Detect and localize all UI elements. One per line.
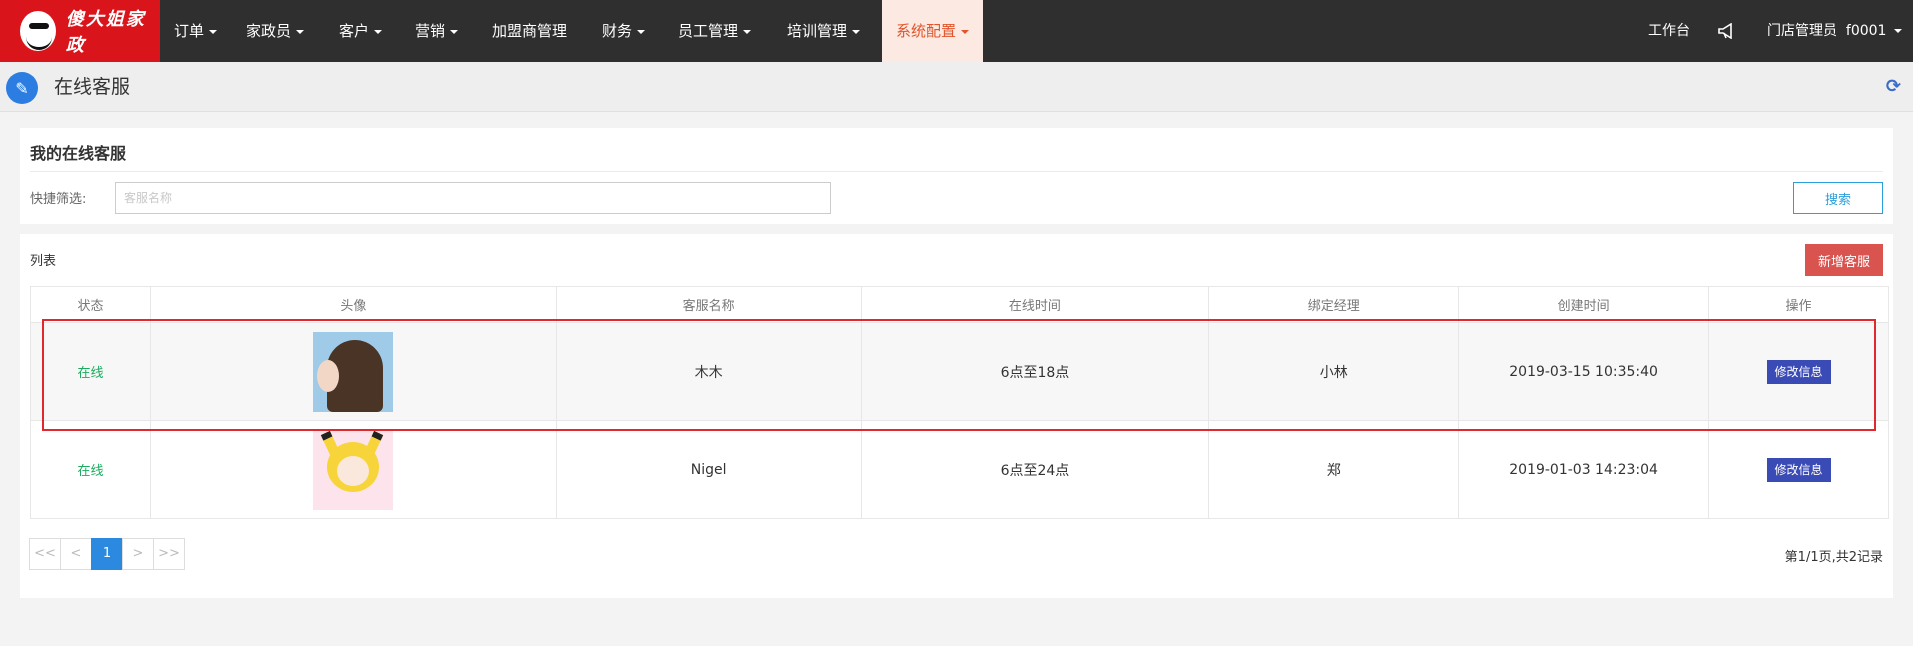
online-time-cell: 6点至24点 bbox=[860, 420, 1210, 519]
caret-down-icon bbox=[450, 29, 459, 34]
service-name-cell: 木木 bbox=[555, 322, 862, 421]
column-header-name: 客服名称 bbox=[555, 286, 862, 323]
table-header-row: 状态 头像 客服名称 在线时间 绑定经理 创建时间 操作 bbox=[30, 286, 1889, 323]
service-table: 状态 头像 客服名称 在线时间 绑定经理 创建时间 操作 在线 木木 6点至18… bbox=[30, 286, 1889, 519]
column-header-created: 创建时间 bbox=[1458, 286, 1710, 323]
pagination: << < 1 > >> bbox=[29, 538, 185, 570]
refresh-icon[interactable]: ⟳ bbox=[1886, 76, 1901, 97]
status-badge: 在线 bbox=[77, 464, 104, 479]
pencil-icon: ✎ bbox=[6, 72, 38, 104]
column-header-action: 操作 bbox=[1708, 286, 1889, 323]
nav-item-franchise[interactable]: 加盟商管理 bbox=[492, 0, 567, 62]
caret-down-icon bbox=[852, 29, 861, 34]
edit-info-button[interactable]: 修改信息 bbox=[1766, 457, 1831, 482]
created-time-cell: 2019-01-03 14:23:04 bbox=[1458, 420, 1710, 519]
quick-filter-label: 快捷筛选: bbox=[30, 192, 87, 207]
megaphone-icon[interactable] bbox=[1718, 0, 1736, 62]
nav-item-housekeepers[interactable]: 家政员 bbox=[246, 0, 305, 62]
nav-item-staff[interactable]: 员工管理 bbox=[678, 0, 752, 62]
workbench-link[interactable]: 工作台 bbox=[1648, 0, 1690, 62]
section-title: 我的在线客服 bbox=[30, 144, 127, 163]
list-label: 列表 bbox=[30, 254, 57, 269]
nav-item-system-config[interactable]: 系统配置 bbox=[882, 0, 984, 62]
caret-down-icon bbox=[374, 29, 383, 34]
column-header-status: 状态 bbox=[30, 286, 151, 323]
caret-down-icon bbox=[637, 29, 646, 34]
manager-cell: 小林 bbox=[1208, 322, 1460, 421]
caret-down-icon bbox=[743, 29, 752, 34]
nav-item-training[interactable]: 培训管理 bbox=[787, 0, 861, 62]
avatar bbox=[313, 429, 394, 510]
search-button[interactable]: 搜索 bbox=[1793, 182, 1883, 214]
user-menu[interactable]: 门店管理员 f0001 bbox=[1767, 0, 1903, 62]
nav-item-orders[interactable]: 订单 bbox=[174, 0, 218, 62]
table-row[interactable]: 在线 Nigel 6点至24点 郑 2019-01-03 14:23:04 修改… bbox=[30, 420, 1889, 519]
nav-item-customers[interactable]: 客户 bbox=[339, 0, 383, 62]
avatar bbox=[313, 331, 394, 412]
column-header-manager: 绑定经理 bbox=[1208, 286, 1460, 323]
caret-down-icon bbox=[209, 29, 218, 34]
column-header-avatar: 头像 bbox=[149, 286, 557, 323]
top-navbar: 傻大姐家政 订单 家政员 客户 营销 加盟商管理 财务 员工管理 培训管理 系统… bbox=[0, 0, 1913, 62]
status-badge: 在线 bbox=[77, 366, 104, 381]
edit-info-button[interactable]: 修改信息 bbox=[1766, 359, 1831, 384]
brand-name: 傻大姐家政 bbox=[65, 9, 146, 56]
filter-panel: 我的在线客服 快捷筛选: 搜索 bbox=[20, 128, 1893, 224]
first-page-button[interactable]: << bbox=[29, 538, 61, 570]
table-row[interactable]: 在线 木木 6点至18点 小林 2019-03-15 10:35:40 修改信息 bbox=[30, 322, 1889, 421]
created-time-cell: 2019-03-15 10:35:40 bbox=[1458, 322, 1710, 421]
caret-down-icon bbox=[296, 29, 305, 34]
online-time-cell: 6点至18点 bbox=[860, 322, 1210, 421]
list-panel: 列表 新增客服 状态 头像 客服名称 在线时间 绑定经理 创建时间 操作 在线 … bbox=[20, 234, 1893, 598]
caret-down-icon bbox=[1894, 29, 1903, 33]
last-page-button[interactable]: >> bbox=[153, 538, 185, 570]
caret-down-icon bbox=[961, 29, 970, 34]
brand-logo[interactable]: 傻大姐家政 bbox=[0, 0, 160, 62]
page-info: 第1/1页,共2记录 bbox=[1784, 550, 1883, 565]
service-name-cell: Nigel bbox=[555, 420, 862, 519]
add-service-button[interactable]: 新增客服 bbox=[1805, 244, 1883, 276]
divider bbox=[30, 171, 1883, 172]
service-name-search-input[interactable] bbox=[115, 182, 831, 214]
page-title: 在线客服 bbox=[54, 76, 131, 98]
nav-item-marketing[interactable]: 营销 bbox=[415, 0, 459, 62]
next-page-button[interactable]: > bbox=[122, 538, 154, 570]
manager-cell: 郑 bbox=[1208, 420, 1460, 519]
page-header: ✎ 在线客服 ⟳ bbox=[0, 62, 1913, 112]
page-1-button[interactable]: 1 bbox=[91, 538, 123, 570]
mascot-face-icon bbox=[20, 11, 56, 51]
nav-item-finance[interactable]: 财务 bbox=[602, 0, 646, 62]
column-header-online-time: 在线时间 bbox=[860, 286, 1210, 323]
prev-page-button[interactable]: < bbox=[60, 538, 92, 570]
